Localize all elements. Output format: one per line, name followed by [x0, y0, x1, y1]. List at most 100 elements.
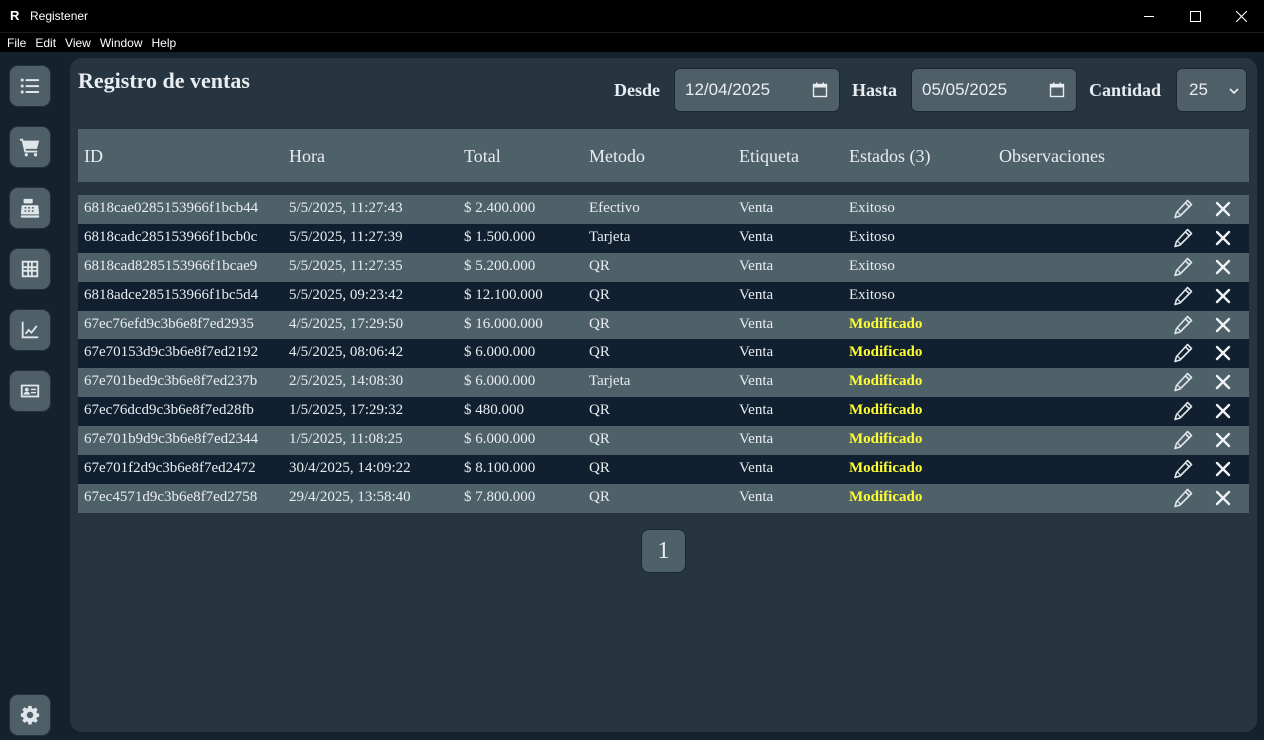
edit-pencil-icon[interactable] — [1173, 228, 1193, 248]
edit-pencil-icon[interactable] — [1173, 459, 1193, 479]
edit-pencil-icon[interactable] — [1173, 401, 1193, 421]
cell-total: $ 12.100.000 — [464, 286, 543, 303]
settings-button[interactable] — [9, 694, 51, 736]
menu-edit[interactable]: Edit — [30, 34, 60, 52]
edit-pencil-icon[interactable] — [1173, 257, 1193, 277]
cell-total: $ 2.400.000 — [464, 200, 536, 216]
maximize-button[interactable] — [1172, 0, 1218, 32]
sidebar-item-cart[interactable] — [9, 126, 51, 168]
cell-etiqueta: Venta — [739, 257, 774, 274]
delete-x-icon[interactable] — [1215, 374, 1231, 390]
menu-window[interactable]: Window — [95, 34, 147, 52]
cantidad-select[interactable]: 25 — [1176, 68, 1247, 112]
table-row[interactable]: 6818cadc285153966f1bcb0c 5/5/2025, 11:27:… — [78, 223, 1249, 253]
table-row[interactable]: 67ec4571d9c3b6e8f7ed2758 29/4/2025, 13:58… — [78, 483, 1249, 513]
cell-hora: 5/5/2025, 11:27:39 — [289, 228, 403, 245]
table-row[interactable]: 67e701bed9c3b6e8f7ed237b 2/5/2025, 14:08:… — [78, 368, 1249, 398]
cell-total: $ 16.000.000 — [464, 315, 543, 332]
table-row[interactable]: 6818cae0285153966f1bcb44 5/5/2025, 11:27:… — [78, 195, 1249, 224]
close-icon — [1235, 10, 1247, 22]
delete-x-icon[interactable] — [1215, 490, 1231, 506]
menu-file[interactable]: File — [2, 34, 30, 52]
cell-etiqueta: Venta — [739, 402, 774, 419]
edit-pencil-icon[interactable] — [1173, 488, 1193, 508]
cell-hora: 4/5/2025, 08:06:42 — [289, 344, 404, 361]
table-row[interactable]: 67e701f2d9c3b6e8f7ed2472 30/4/2025, 14:09… — [78, 455, 1249, 484]
sidebar-item-clients[interactable] — [9, 370, 51, 412]
pagination-page-button[interactable]: 1 — [641, 529, 686, 573]
cell-metodo: Tarjeta — [589, 373, 631, 390]
calendar-icon[interactable] — [812, 82, 828, 98]
delete-x-icon[interactable] — [1215, 288, 1231, 304]
cell-estado: Exitoso — [849, 200, 895, 216]
cell-total: $ 6.000.000 — [464, 431, 536, 448]
column-header-estados[interactable]: Estados (3) — [849, 146, 930, 167]
table-row[interactable]: 6818adce285153966f1bc5d4 5/5/2025, 09:23:… — [78, 281, 1249, 311]
app-logo-icon: R — [10, 8, 20, 23]
hasta-date-input[interactable]: 05/05/2025 — [911, 68, 1077, 112]
table-row[interactable]: 67ec76efd9c3b6e8f7ed2935 4/5/2025, 17:29:… — [78, 310, 1249, 340]
edit-pencil-icon[interactable] — [1173, 372, 1193, 392]
column-header-metodo[interactable]: Metodo — [589, 146, 645, 167]
cell-total: $ 1.500.000 — [464, 228, 536, 245]
close-window-button[interactable] — [1218, 0, 1264, 32]
sidebar-item-table[interactable] — [9, 248, 51, 290]
calendar-icon[interactable] — [1049, 82, 1065, 98]
table-row[interactable]: 6818cad8285153966f1bcae9 5/5/2025, 11:27:… — [78, 252, 1249, 282]
desde-label: Desde — [614, 80, 660, 100]
edit-pencil-icon[interactable] — [1173, 315, 1193, 335]
cell-id: 6818cae0285153966f1bcb44 — [84, 200, 259, 216]
cart-icon — [19, 138, 40, 157]
menu-bar: File Edit View Window Help — [0, 32, 1264, 52]
delete-x-icon[interactable] — [1215, 403, 1231, 419]
desde-date-value: 12/04/2025 — [685, 80, 771, 99]
sidebar-item-stats[interactable] — [9, 309, 51, 351]
cell-id: 6818cad8285153966f1bcae9 — [84, 257, 258, 274]
cell-hora: 29/4/2025, 13:58:40 — [289, 488, 411, 505]
cell-id: 67ec76dcd9c3b6e8f7ed28fb — [84, 402, 254, 419]
edit-pencil-icon[interactable] — [1173, 430, 1193, 450]
cell-id: 67e70153d9c3b6e8f7ed2192 — [84, 344, 259, 361]
table-row[interactable]: 67ec76dcd9c3b6e8f7ed28fb 1/5/2025, 17:29:… — [78, 397, 1249, 427]
minimize-button[interactable] — [1126, 0, 1172, 32]
cell-total: $ 6.000.000 — [464, 373, 536, 390]
column-header-etiqueta[interactable]: Etiqueta — [739, 146, 799, 167]
column-header-observaciones[interactable]: Observaciones — [999, 146, 1105, 167]
delete-x-icon[interactable] — [1215, 345, 1231, 361]
delete-x-icon[interactable] — [1215, 201, 1231, 217]
sidebar-item-sales-list[interactable] — [9, 65, 51, 107]
cell-estado: Modificado — [849, 488, 923, 505]
cell-id: 67ec76efd9c3b6e8f7ed2935 — [84, 315, 254, 332]
cell-hora: 5/5/2025, 09:23:42 — [289, 286, 404, 303]
cell-metodo: QR — [589, 257, 610, 274]
edit-pencil-icon[interactable] — [1173, 343, 1193, 363]
table-row[interactable]: 67e70153d9c3b6e8f7ed2192 4/5/2025, 08:06:… — [78, 339, 1249, 369]
cell-estado: Modificado — [849, 373, 923, 390]
cell-metodo: QR — [589, 315, 610, 332]
delete-x-icon[interactable] — [1215, 317, 1231, 333]
hasta-label: Hasta — [852, 80, 897, 100]
column-header-id[interactable]: ID — [84, 146, 103, 167]
list-icon — [20, 78, 40, 94]
delete-x-icon[interactable] — [1215, 230, 1231, 246]
delete-x-icon[interactable] — [1215, 259, 1231, 275]
menu-view[interactable]: View — [60, 34, 95, 52]
edit-pencil-icon[interactable] — [1173, 286, 1193, 306]
delete-x-icon[interactable] — [1215, 461, 1231, 477]
desde-date-input[interactable]: 12/04/2025 — [674, 68, 840, 112]
cell-hora: 2/5/2025, 14:08:30 — [289, 373, 404, 390]
cell-etiqueta: Venta — [739, 315, 774, 332]
edit-pencil-icon[interactable] — [1173, 199, 1193, 219]
column-header-hora[interactable]: Hora — [289, 146, 325, 167]
cell-total: $ 8.100.000 — [464, 460, 536, 477]
chevron-down-icon — [1229, 88, 1239, 95]
column-header-total[interactable]: Total — [464, 146, 501, 167]
menu-help[interactable]: Help — [147, 34, 181, 52]
cantidad-value: 25 — [1189, 80, 1208, 99]
table-row[interactable]: 67e701b9d9c3b6e8f7ed2344 1/5/2025, 11:08:… — [78, 426, 1249, 456]
maximize-icon — [1189, 10, 1201, 22]
cell-metodo: QR — [589, 286, 610, 303]
sidebar-item-cash-register[interactable] — [9, 187, 51, 229]
cell-etiqueta: Venta — [739, 488, 774, 505]
delete-x-icon[interactable] — [1215, 432, 1231, 448]
